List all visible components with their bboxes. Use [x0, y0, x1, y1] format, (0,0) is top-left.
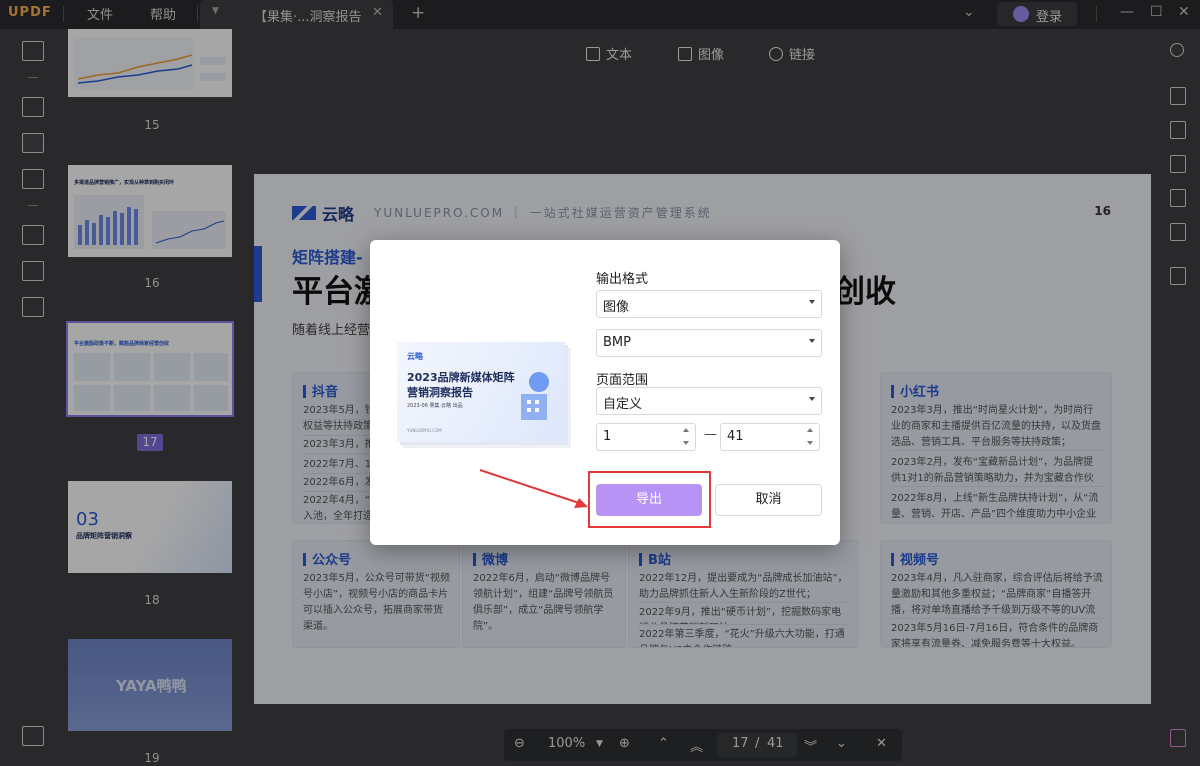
- range-to-stepper[interactable]: 41: [720, 423, 820, 451]
- output-format-label: 输出格式: [596, 272, 649, 287]
- preview-subtitle: 2023-06 果集·云略 出品: [407, 403, 463, 409]
- page-range-value: 自定义: [603, 397, 643, 412]
- range-from-stepper[interactable]: 1: [596, 423, 696, 451]
- range-to-value: 41: [727, 429, 744, 444]
- preview-url: YUNLUEPRO.COM: [407, 428, 442, 433]
- chevron-down-icon: [809, 397, 815, 401]
- format-select[interactable]: 图像: [596, 290, 822, 318]
- export-preview: 云略 2023品牌新媒体矩阵 营销洞察报告 2023-06 果集·云略 出品 Y…: [397, 342, 565, 442]
- image-type-select[interactable]: BMP: [596, 329, 822, 357]
- preview-logo: 云略: [407, 352, 423, 361]
- annotation-arrow-icon: [479, 469, 588, 508]
- preview-title-line1: 2023品牌新媒体矩阵: [407, 371, 515, 384]
- range-from-value: 1: [603, 429, 612, 444]
- highlight-box: [588, 471, 711, 528]
- preview-title-line2: 营销洞察报告: [407, 386, 473, 399]
- page-range-select[interactable]: 自定义: [596, 387, 822, 415]
- chevron-down-icon: [809, 300, 815, 304]
- increment-icon[interactable]: [807, 428, 813, 432]
- format-select-value: 图像: [603, 300, 630, 315]
- preview-illustration: [521, 372, 549, 420]
- image-type-value: BMP: [603, 335, 631, 350]
- page-range-label: 页面范围: [596, 373, 649, 388]
- cancel-button[interactable]: 取消: [715, 484, 822, 516]
- decrement-icon[interactable]: [807, 441, 813, 445]
- range-separator: —: [704, 427, 717, 442]
- increment-icon[interactable]: [683, 428, 689, 432]
- chevron-down-icon: [809, 339, 815, 343]
- decrement-icon[interactable]: [683, 441, 689, 445]
